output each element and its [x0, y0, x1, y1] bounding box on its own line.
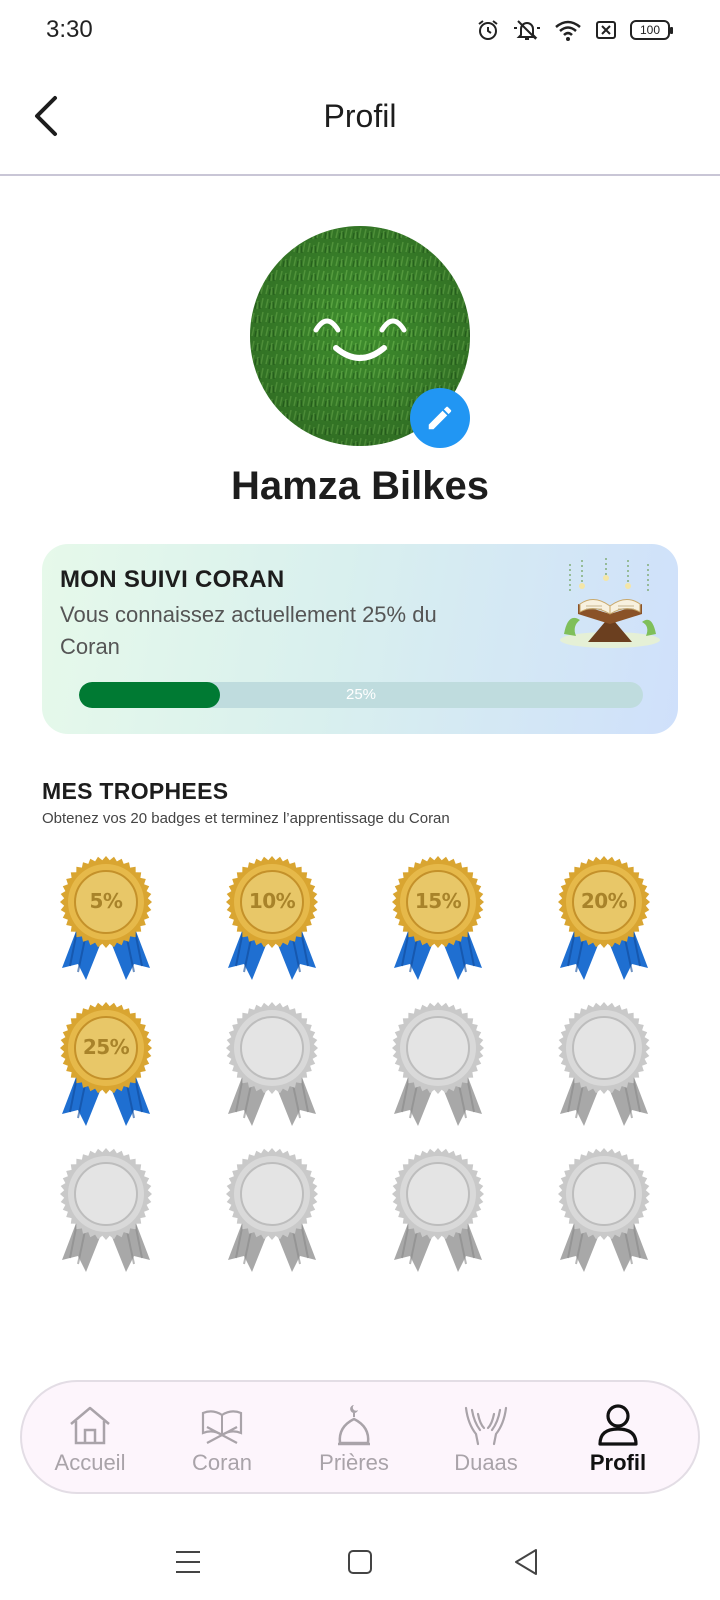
trophy-badge-locked[interactable] [554, 1002, 654, 1128]
trophy-badge-locked[interactable] [388, 1002, 488, 1128]
nav-label: Coran [192, 1450, 252, 1475]
gold-medal-icon [558, 856, 650, 980]
trophy-badge-locked[interactable] [554, 1148, 654, 1274]
silver-medal-icon [392, 1002, 484, 1126]
badge-label: 10% [248, 889, 296, 913]
alarm-icon [478, 20, 498, 40]
badge-label: 20% [580, 889, 628, 913]
quran-stand-illustration [558, 554, 662, 654]
trophy-badge-locked[interactable] [56, 1148, 156, 1274]
trophies-subtitle: Obtenez vos 20 badges et terminez l’appr… [42, 810, 450, 827]
trophy-badge-locked[interactable] [222, 1002, 322, 1128]
nav-item-accueil[interactable]: Accueil [22, 1382, 158, 1492]
gold-medal-icon [226, 856, 318, 980]
quran-progress-card[interactable]: MON SUIVI CORAN Vous connaissez actuelle… [42, 544, 678, 734]
silver-medal-icon [226, 1002, 318, 1126]
back-system-button[interactable] [506, 1542, 546, 1582]
trophy-badge-earned[interactable]: 5% [56, 856, 156, 982]
home-system-button[interactable] [340, 1542, 380, 1582]
silver-medal-icon [392, 1148, 484, 1272]
person-icon [594, 1402, 642, 1448]
bottom-navigation: Accueil Coran Prières Duaas Profil [20, 1380, 700, 1494]
nav-label: Accueil [54, 1450, 126, 1475]
nav-item-duaas[interactable]: Duaas [418, 1382, 554, 1492]
nav-label: Prières [319, 1450, 389, 1475]
edit-avatar-button[interactable] [410, 388, 470, 448]
silver-medal-icon [226, 1148, 318, 1272]
nav-item-coran[interactable]: Coran [154, 1382, 290, 1492]
badge-label: 5% [89, 889, 123, 913]
square-icon [348, 1550, 372, 1574]
pencil-icon [428, 406, 452, 430]
card-description: Vous connaissez actuellement 25% du Cora… [60, 602, 437, 659]
status-time: 3:30 [46, 16, 93, 43]
muted-bell-icon [514, 20, 540, 40]
card-title: MON SUIVI CORAN [60, 566, 285, 593]
silver-medal-icon [558, 1148, 650, 1272]
gold-medal-icon [392, 856, 484, 980]
trophy-badge-earned[interactable]: 10% [222, 856, 322, 982]
trophy-badge-earned[interactable]: 15% [388, 856, 488, 982]
silver-medal-icon [60, 1148, 152, 1272]
trophy-badge-locked[interactable] [388, 1148, 488, 1274]
progress-label: 25% [345, 686, 377, 703]
menu-lines-icon [176, 1551, 200, 1573]
status-bar: 3:30 100 [0, 0, 720, 64]
app-header: Profil [0, 64, 720, 176]
quran-book-icon [198, 1402, 246, 1448]
trophy-badge-earned[interactable]: 20% [554, 856, 654, 982]
nav-label: Duaas [454, 1450, 518, 1475]
quran-progress-bar: 25% [79, 682, 643, 708]
recent-apps-button[interactable] [168, 1542, 208, 1582]
avatar-container [250, 226, 470, 448]
user-name: Hamza Bilkes [231, 464, 489, 508]
trophies-title: MES TROPHEES [42, 778, 229, 804]
triangle-back-icon [515, 1549, 537, 1575]
status-icons: 100 [476, 18, 673, 42]
trophy-badge-earned[interactable]: 25% [56, 1002, 156, 1128]
page-title: Profil [323, 98, 397, 134]
mosque-dome-icon [330, 1402, 378, 1448]
home-icon [66, 1402, 114, 1448]
battery-indicator: 100 [630, 20, 673, 40]
silver-medal-icon [558, 1002, 650, 1126]
gold-medal-icon [60, 1002, 152, 1126]
badge-label: 15% [414, 889, 462, 913]
gold-medal-icon [60, 856, 152, 980]
wifi-icon [555, 20, 581, 41]
trophy-badge-locked[interactable] [222, 1148, 322, 1274]
sim-error-icon [596, 21, 616, 39]
nav-item-prieres[interactable]: Prières [286, 1382, 422, 1492]
nav-item-profil[interactable]: Profil [550, 1382, 686, 1492]
system-navigation-bar [0, 1520, 720, 1600]
badge-label: 25% [82, 1035, 130, 1059]
praying-hands-icon [462, 1402, 510, 1448]
nav-label: Profil [589, 1450, 647, 1475]
